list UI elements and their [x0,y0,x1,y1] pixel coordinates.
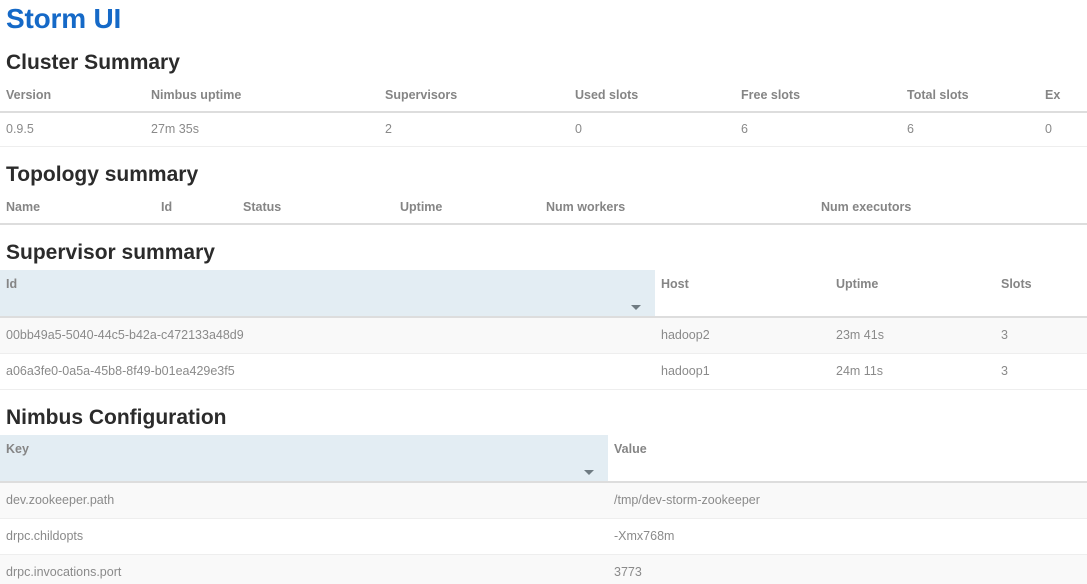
cell-uptime: 24m 11s [830,353,995,391]
cell-config-key: drpc.invocations.port [0,554,608,584]
column-header-label: Id [6,277,18,292]
cell-total-slots: 6 [901,111,1039,147]
column-header-free-slots[interactable]: Free slots [735,79,901,113]
table-row: drpc.invocations.port 3773 [0,554,1087,584]
table-row: dev.zookeeper.path /tmp/dev-storm-zookee… [0,482,1087,520]
cell-supervisor-id: 00bb49a5-5040-44c5-b42a-c472133a48d9 [0,317,655,355]
supervisor-summary-table: Id Host Uptime Slots 00bb49a5-5040-44c5-… [0,270,1087,391]
column-header-used-slots[interactable]: Used slots [569,79,735,113]
storm-ui-page: Storm UI Cluster Summary Version Nimbus … [0,0,1087,584]
column-header-key[interactable]: Key [0,435,608,484]
cell-config-key: drpc.childopts [0,518,608,556]
column-header-num-workers[interactable]: Num workers [540,191,815,225]
cell-slots: 3 [995,317,1087,355]
chevron-down-icon [584,470,594,476]
column-header-total-slots[interactable]: Total slots [901,79,1039,113]
table-header-row: Key Value [0,435,1087,484]
cell-config-key: dev.zookeeper.path [0,482,608,520]
cell-host: hadoop2 [655,317,830,355]
cell-host: hadoop1 [655,353,830,391]
column-header-id[interactable]: Id [155,191,237,225]
column-header-label: Key [6,442,29,457]
table-row: a06a3fe0-0a5a-45b8-8f49-b01ea429e3f5 had… [0,353,1087,391]
column-header-uptime[interactable]: Uptime [394,191,540,225]
column-header-supervisors[interactable]: Supervisors [379,79,569,113]
column-header-version[interactable]: Version [0,79,145,113]
cell-config-value: -Xmx768m [608,518,1087,556]
column-header-supervisor-id[interactable]: Id [0,270,655,319]
table-row: 00bb49a5-5040-44c5-b42a-c472133a48d9 had… [0,317,1087,355]
table-header-row: Id Host Uptime Slots [0,270,1087,319]
cell-config-value: 3773 [608,554,1087,584]
cell-uptime: 23m 41s [830,317,995,355]
cell-config-value: /tmp/dev-storm-zookeeper [608,482,1087,520]
page-title: Storm UI [6,3,122,34]
cell-used-slots: 0 [569,111,735,147]
cluster-summary-table: Version Nimbus uptime Supervisors Used s… [0,79,1087,147]
column-header-num-executors[interactable]: Num executors [815,191,1087,225]
table-row: 0.9.5 27m 35s 2 0 6 6 0 [0,111,1087,147]
nimbus-configuration-table: Key Value dev.zookeeper.path /tmp/dev-st… [0,435,1087,584]
topology-summary-heading: Topology summary [6,162,199,186]
cell-executors: 0 [1039,111,1087,147]
column-header-executors[interactable]: Ex [1039,79,1087,113]
supervisor-summary-heading: Supervisor summary [6,240,215,264]
cluster-summary-heading: Cluster Summary [6,50,180,74]
nimbus-configuration-heading: Nimbus Configuration [6,406,227,430]
column-header-slots[interactable]: Slots [995,270,1087,319]
column-header-name[interactable]: Name [0,191,155,225]
cell-slots: 3 [995,353,1087,391]
cell-supervisor-id: a06a3fe0-0a5a-45b8-8f49-b01ea429e3f5 [0,353,655,391]
table-header-row: Name Id Status Uptime Num workers Num ex… [0,191,1087,225]
cell-supervisors: 2 [379,111,569,147]
table-row: drpc.childopts -Xmx768m [0,518,1087,556]
column-header-value[interactable]: Value [608,435,1087,484]
table-header-row: Version Nimbus uptime Supervisors Used s… [0,79,1087,113]
column-header-host[interactable]: Host [655,270,830,319]
column-header-nimbus-uptime[interactable]: Nimbus uptime [145,79,379,113]
cell-nimbus-uptime: 27m 35s [145,111,379,147]
chevron-down-icon [631,305,641,311]
column-header-uptime[interactable]: Uptime [830,270,995,319]
cell-free-slots: 6 [735,111,901,147]
cell-version: 0.9.5 [0,111,145,147]
topology-summary-table: Name Id Status Uptime Num workers Num ex… [0,191,1087,225]
column-header-status[interactable]: Status [237,191,394,225]
